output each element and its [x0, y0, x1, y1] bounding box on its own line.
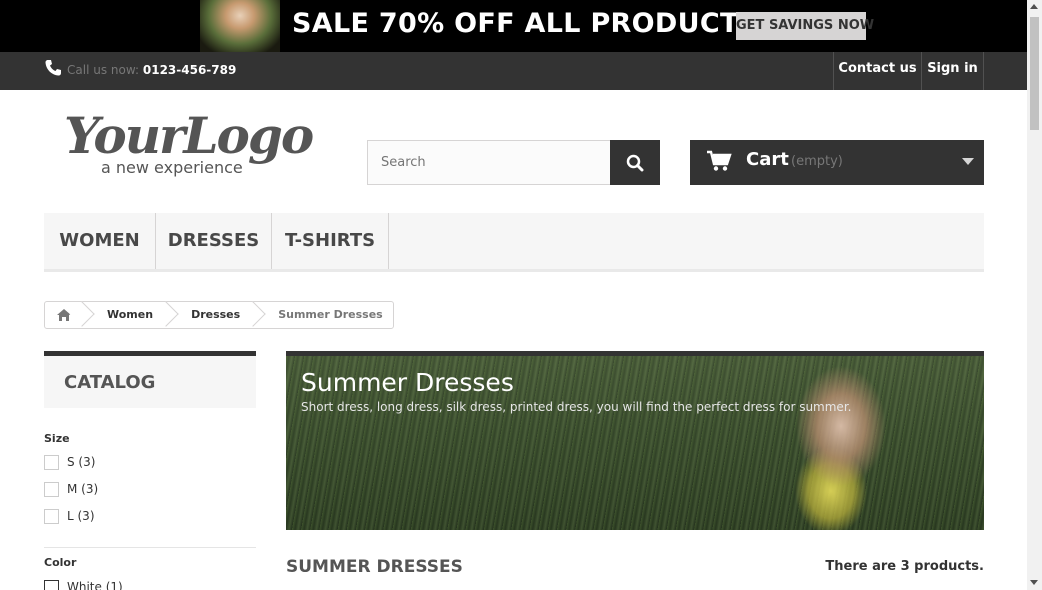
search-input[interactable]	[367, 140, 611, 185]
search-button[interactable]	[610, 140, 660, 185]
filter-size-l[interactable]: L (3)	[44, 508, 95, 524]
checkbox[interactable]	[44, 454, 59, 470]
menu-item-dresses[interactable]: DRESSES	[156, 213, 272, 269]
call-us-label: Call us now:	[67, 63, 140, 77]
logo-wordmark: YourLogo	[64, 106, 314, 165]
divider	[44, 547, 256, 548]
search-icon	[626, 154, 644, 172]
filter-option-label: S (3)	[67, 455, 96, 469]
breadcrumb-label: Summer Dresses	[278, 308, 383, 321]
logo-tagline: a new experience	[101, 158, 243, 177]
catalog-title: CATALOG	[64, 372, 156, 393]
filter-size-title: Size	[44, 432, 70, 445]
breadcrumb-current: Summer Dresses	[240, 301, 393, 328]
product-count: There are 3 products.	[825, 559, 984, 574]
contact-us-link[interactable]: Contact us	[833, 52, 921, 90]
checkbox[interactable]	[44, 481, 59, 497]
category-description: Short dress, long dress, silk dress, pri…	[301, 400, 852, 414]
banner-headline: SALE 70% OFF ALL PRODUCTS	[292, 8, 759, 39]
sign-in-link[interactable]: Sign in	[921, 52, 984, 90]
cart-icon	[706, 150, 732, 176]
page-heading: SUMMER DRESSES	[286, 557, 463, 577]
checkbox[interactable]	[44, 508, 59, 524]
filter-color-title: Color	[44, 556, 77, 569]
filter-size-s[interactable]: S (3)	[44, 454, 95, 470]
menu-item-women[interactable]: WOMEN	[44, 213, 156, 269]
scroll-down-icon[interactable]	[1030, 580, 1038, 585]
promo-banner[interactable]: SALE 70% OFF ALL PRODUCTS GET SAVINGS NO…	[0, 0, 1027, 52]
breadcrumb-label: Women	[107, 308, 154, 321]
scroll-up-icon[interactable]	[1030, 4, 1038, 9]
phone-number: 0123-456-789	[142, 63, 237, 77]
site-logo[interactable]: YourLogo a new experience	[64, 106, 314, 180]
main-menu: WOMEN DRESSES T-SHIRTS	[44, 213, 984, 272]
filter-color-white[interactable]: White (1)	[44, 579, 123, 590]
filter-size-m[interactable]: M (3)	[44, 481, 98, 497]
scrollbar-thumb[interactable]	[1030, 17, 1039, 130]
get-savings-button[interactable]: GET SAVINGS NOW	[736, 12, 874, 40]
filter-option-label: M (3)	[67, 482, 99, 496]
banner-model-image	[200, 0, 280, 52]
filter-option-label: White (1)	[67, 580, 123, 590]
catalog-block: CATALOG	[44, 351, 256, 408]
scrollbar[interactable]	[1027, 0, 1042, 590]
filter-option-label: L (3)	[67, 509, 95, 523]
menu-item-tshirts[interactable]: T-SHIRTS	[272, 213, 389, 269]
cart-label: Cart	[746, 149, 789, 170]
category-banner: Summer Dresses Short dress, long dress, …	[286, 351, 984, 530]
top-navbar: Call us now: 0123-456-789 Contact us Sig…	[0, 52, 1027, 90]
chevron-down-icon	[962, 158, 974, 165]
phone-icon	[44, 59, 62, 77]
color-swatch[interactable]	[44, 579, 59, 590]
call-us-text: Call us now: 0123-456-789	[67, 63, 236, 77]
breadcrumb: Women Dresses Summer Dresses	[44, 301, 394, 329]
cart-button[interactable]: Cart (empty)	[690, 140, 984, 185]
cart-status: (empty)	[791, 154, 843, 169]
breadcrumb-label: Dresses	[191, 308, 241, 321]
category-title: Summer Dresses	[301, 368, 514, 397]
